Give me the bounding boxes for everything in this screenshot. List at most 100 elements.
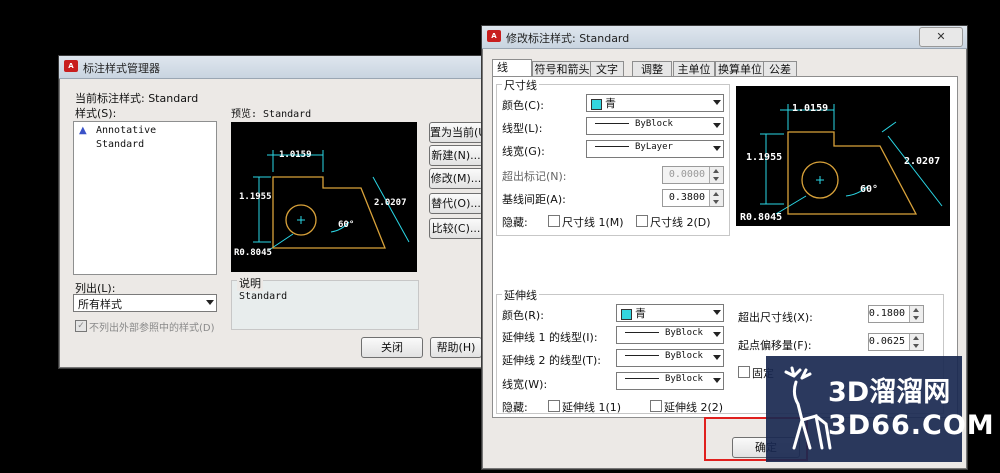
- desktop: { "manager": { "title": "标注样式管理器", "curr…: [0, 0, 1000, 473]
- line-sample-icon: [595, 145, 629, 147]
- dim-line2-label: 尺寸线 2(D): [650, 216, 711, 229]
- ext2-linetype-label: 延伸线 2 的线型(T):: [502, 354, 601, 367]
- style-annotative-icon: ▲: [79, 125, 87, 136]
- ext-beyond-value: 0.1800: [868, 308, 905, 319]
- modify-title: 修改标注样式: Standard: [506, 32, 630, 45]
- baseline-spacing-label: 基线间距(A):: [502, 193, 566, 206]
- dim-color-label: 颜色(C):: [502, 99, 544, 112]
- chevron-down-icon: [713, 100, 721, 105]
- ext-line2-checkbox[interactable]: [650, 400, 662, 412]
- cyan-swatch: [591, 98, 602, 110]
- offset-origin-label: 起点偏移量(F):: [738, 339, 812, 352]
- chevron-down-icon: [713, 332, 721, 337]
- exclude-xref-label: 不列出外部参照中的样式(D): [89, 323, 215, 334]
- offset-origin-value: 0.0625: [868, 336, 905, 347]
- watermark-line2: 3D66.COM: [828, 410, 995, 441]
- ext1-linetype-label: 延伸线 1 的线型(I):: [502, 331, 598, 344]
- preview-dim-top: 1.0159: [279, 150, 312, 160]
- ext-line1-label: 延伸线 1(1): [562, 401, 622, 414]
- ext1-linetype-value: ByBlock: [665, 328, 703, 338]
- close-icon: ✕: [936, 30, 946, 43]
- dim-linetype-label: 线型(L):: [502, 122, 543, 135]
- ext-lineweight-select[interactable]: ByBlock: [616, 372, 724, 390]
- description-label: 说明: [237, 275, 263, 291]
- ext-beyond-spinner[interactable]: 0.1800: [868, 305, 924, 323]
- line-sample-icon: [625, 377, 659, 379]
- dim-line2-checkbox[interactable]: [636, 215, 648, 227]
- chevron-down-icon: [206, 300, 214, 305]
- close-dialog-button[interactable]: 关闭: [361, 337, 423, 358]
- ext-lineweight-value: ByBlock: [665, 374, 703, 384]
- chevron-down-icon: [713, 355, 721, 360]
- new-button[interactable]: 新建(N)...: [429, 145, 483, 166]
- ext2-linetype-value: ByBlock: [665, 351, 703, 361]
- chevron-down-icon: [713, 378, 721, 383]
- line-sample-icon: [625, 354, 659, 356]
- dim-line1-label: 尺寸线 1(M): [562, 216, 624, 229]
- autocad-app-icon: A: [487, 30, 501, 42]
- preview-label: 预览: Standard: [231, 109, 312, 120]
- preview-dim-top: 1.0159: [792, 103, 829, 114]
- dim-color-select[interactable]: 青: [586, 94, 724, 112]
- dim-linetype-select[interactable]: ByBlock: [586, 117, 724, 135]
- description-value: Standard: [239, 291, 288, 302]
- ext-suppress-label: 隐藏:: [502, 401, 528, 414]
- manager-title: 标注样式管理器: [83, 62, 160, 75]
- ext-color-value: 青: [635, 307, 646, 320]
- preview-dim-right: 2.0207: [374, 198, 407, 208]
- dim-lineweight-label: 线宽(G):: [502, 145, 545, 158]
- dimension-style-manager-dialog: A 标注样式管理器 当前标注样式: Standard 样式(S): ▲ Anno…: [58, 55, 491, 369]
- exclude-xref-checkbox[interactable]: ✓: [75, 320, 87, 332]
- styles-label: 样式(S):: [75, 107, 117, 120]
- ext1-linetype-select[interactable]: ByBlock: [616, 326, 724, 344]
- watermark: 3D溜溜网 3D66.COM: [766, 356, 994, 462]
- extend-ticks-value: 0.0000: [668, 169, 705, 180]
- chevron-down-icon: [713, 123, 721, 128]
- tab-lines[interactable]: 线: [492, 59, 532, 77]
- preview-dim-right: 2.0207: [904, 156, 941, 167]
- style-item-standard[interactable]: Standard: [96, 139, 144, 150]
- autocad-app-icon: A: [64, 60, 78, 72]
- fixed-length-checkbox[interactable]: [738, 366, 750, 378]
- extend-ticks-spinner[interactable]: 0.0000: [662, 166, 724, 184]
- dim-linetype-value: ByBlock: [635, 119, 673, 129]
- extension-lines-heading: 延伸线: [502, 287, 539, 303]
- ext-beyond-label: 超出尺寸线(X):: [738, 311, 813, 324]
- offset-origin-spinner[interactable]: 0.0625: [868, 333, 924, 351]
- dimension-lines-heading: 尺寸线: [502, 77, 539, 93]
- spinner-arrows-icon[interactable]: [709, 167, 723, 183]
- ext-line1-checkbox[interactable]: [548, 400, 560, 412]
- manager-titlebar[interactable]: A 标注样式管理器: [59, 56, 482, 79]
- spinner-arrows-icon[interactable]: [909, 334, 923, 350]
- modify-preview: 1.0159 1.1955 2.0207 60° R0.8045: [736, 86, 950, 226]
- ext2-linetype-select[interactable]: ByBlock: [616, 349, 724, 367]
- list-filter-select[interactable]: 所有样式: [73, 294, 217, 312]
- deer-logo-icon: [784, 366, 832, 450]
- chevron-down-icon: [713, 146, 721, 151]
- modify-button[interactable]: 修改(M)...: [429, 168, 483, 189]
- preview-dim-radius: R0.8045: [740, 212, 783, 223]
- preview-dim-radius: R0.8045: [234, 248, 272, 258]
- set-current-button[interactable]: 置为当前(U): [429, 122, 491, 143]
- help-button[interactable]: 帮助(H): [430, 337, 482, 358]
- line-sample-icon: [595, 122, 629, 124]
- baseline-spacing-spinner[interactable]: 0.3800: [662, 189, 724, 207]
- style-item-annotative[interactable]: Annotative: [96, 125, 156, 136]
- spinner-arrows-icon[interactable]: [909, 306, 923, 322]
- dim-color-value: 青: [605, 97, 616, 110]
- styles-list[interactable]: ▲ Annotative Standard: [73, 121, 217, 275]
- spinner-arrows-icon[interactable]: [709, 190, 723, 206]
- ext-color-select[interactable]: 青: [616, 304, 724, 322]
- close-window-button[interactable]: ✕: [919, 27, 963, 47]
- current-style-label: 当前标注样式: Standard: [75, 92, 199, 105]
- ext-color-label: 颜色(R):: [502, 309, 544, 322]
- dim-lineweight-select[interactable]: ByLayer: [586, 140, 724, 158]
- compare-button[interactable]: 比较(C)...: [429, 218, 483, 239]
- preview-dim-angle: 60°: [860, 184, 879, 195]
- dim-line1-checkbox[interactable]: [548, 215, 560, 227]
- baseline-spacing-value: 0.3800: [668, 192, 705, 203]
- override-button[interactable]: 替代(O)...: [429, 193, 483, 214]
- ext-lineweight-label: 线宽(W):: [502, 378, 548, 391]
- preview-dim-left: 1.1955: [746, 152, 783, 163]
- modify-titlebar[interactable]: A 修改标注样式: Standard ✕: [482, 26, 967, 49]
